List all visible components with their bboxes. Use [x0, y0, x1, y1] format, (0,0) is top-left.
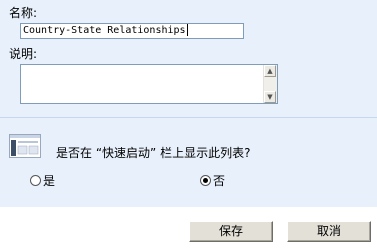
radio-option-yes[interactable]: 是	[30, 172, 55, 189]
text-caret	[186, 24, 188, 36]
cancel-button[interactable]: 取消	[287, 221, 371, 242]
save-button[interactable]: 保存	[189, 221, 273, 242]
description-scrollbar[interactable]: ▲ ▼	[263, 65, 277, 103]
radio-yes-label: 是	[43, 174, 56, 188]
form-panel: 名称: Country-State Relationships 说明: ▲ ▼ …	[0, 0, 377, 207]
quick-launch-question: 是否在 “快速启动” 栏上显示此列表?	[56, 146, 251, 160]
name-input-value: Country-State Relationships	[23, 25, 186, 36]
name-input[interactable]: Country-State Relationships	[20, 23, 244, 39]
description-label: 说明:	[9, 47, 38, 61]
name-label: 名称:	[9, 6, 38, 20]
scroll-up-button[interactable]: ▲	[264, 65, 276, 77]
section-divider	[0, 117, 377, 118]
scroll-down-button[interactable]: ▼	[264, 91, 276, 103]
list-view-icon	[9, 134, 41, 158]
radio-yes[interactable]	[30, 175, 41, 186]
radio-option-no[interactable]: 否	[200, 172, 225, 189]
description-textarea[interactable]: ▲ ▼	[20, 64, 278, 104]
radio-no[interactable]	[200, 175, 211, 186]
radio-no-label: 否	[213, 174, 226, 188]
